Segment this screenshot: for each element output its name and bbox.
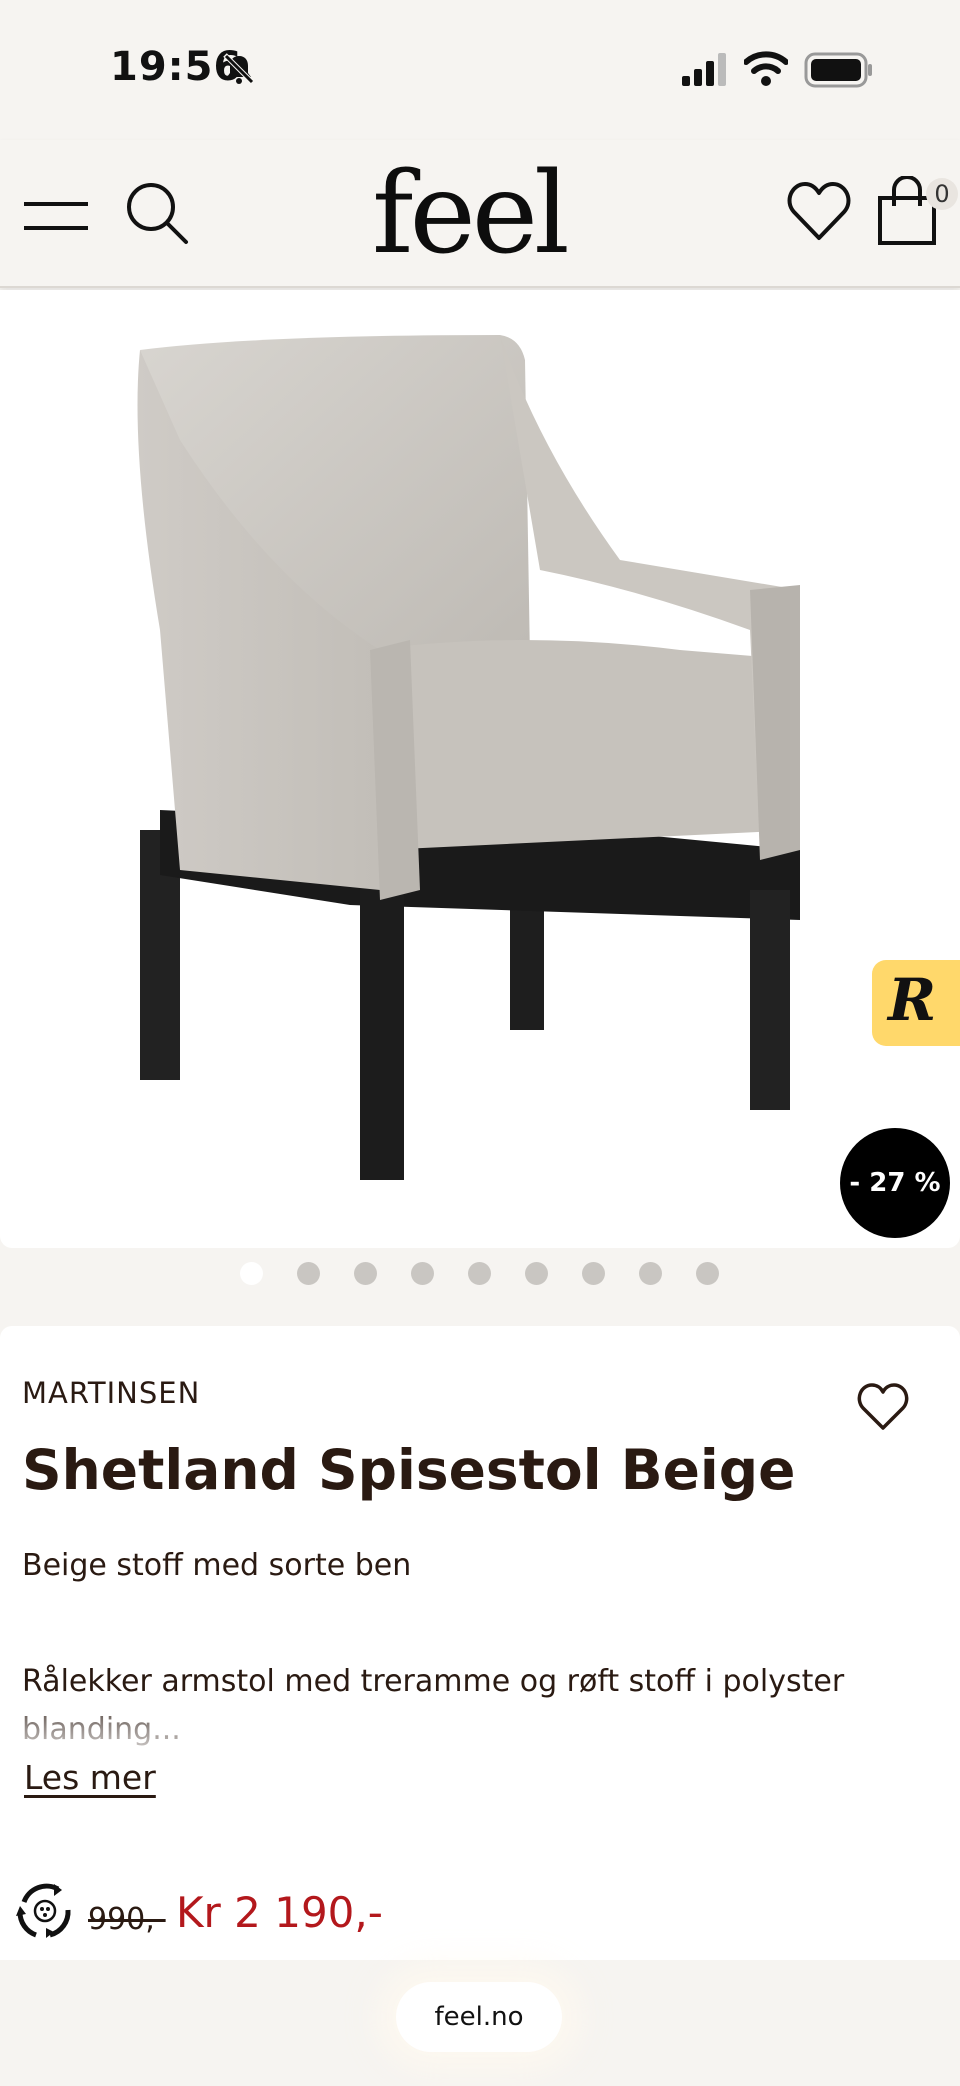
- signal-icon: [682, 53, 726, 86]
- wishlist-icon[interactable]: [786, 180, 852, 242]
- add-to-wishlist-icon[interactable]: [856, 1382, 910, 1432]
- browser-bottom-bar: feel.no: [0, 1960, 960, 2086]
- gallery-dot[interactable]: [354, 1262, 377, 1285]
- r-logo-icon: R: [888, 966, 937, 1034]
- gallery-pagination: [240, 1262, 719, 1288]
- gallery-dot[interactable]: [525, 1262, 548, 1285]
- product-title: Shetland Spisestol Beige: [22, 1438, 796, 1502]
- description-fade: [0, 1704, 960, 1764]
- battery-icon: [804, 52, 872, 88]
- gallery-dot[interactable]: [297, 1262, 320, 1285]
- product-gallery[interactable]: R - 27 %: [0, 290, 960, 1248]
- gallery-dot[interactable]: [696, 1262, 719, 1285]
- read-more-link[interactable]: Les mer: [24, 1758, 156, 1797]
- status-bar: 19:56: [0, 0, 960, 140]
- gallery-dot[interactable]: [582, 1262, 605, 1285]
- product-subtitle: Beige stoff med sorte ben: [22, 1548, 412, 1583]
- circular-arrows-icon[interactable]: [14, 1880, 76, 1942]
- gallery-dot[interactable]: [639, 1262, 662, 1285]
- product-info: MARTINSEN Shetland Spisestol Beige Beige…: [0, 1326, 960, 1960]
- gallery-dot[interactable]: [240, 1262, 263, 1285]
- wifi-icon: [744, 51, 788, 86]
- discount-badge: - 27 %: [840, 1128, 950, 1238]
- product-brand[interactable]: MARTINSEN: [22, 1376, 200, 1410]
- cart-count-badge: 0: [926, 178, 958, 210]
- address-bar[interactable]: feel.no: [396, 1982, 562, 2052]
- original-price: 990,-: [88, 1902, 166, 1937]
- bell-muted-icon: [223, 53, 255, 85]
- search-icon[interactable]: [124, 180, 190, 246]
- menu-icon[interactable]: [22, 196, 90, 236]
- reviews-badge[interactable]: R: [872, 960, 960, 1046]
- sale-price: Kr 2 190,-: [176, 1888, 383, 1937]
- product-image[interactable]: [120, 330, 820, 1210]
- site-header: feel 0: [0, 140, 960, 288]
- site-logo[interactable]: feel: [372, 142, 570, 288]
- gallery-dot[interactable]: [411, 1262, 434, 1285]
- gallery-dot[interactable]: [468, 1262, 491, 1285]
